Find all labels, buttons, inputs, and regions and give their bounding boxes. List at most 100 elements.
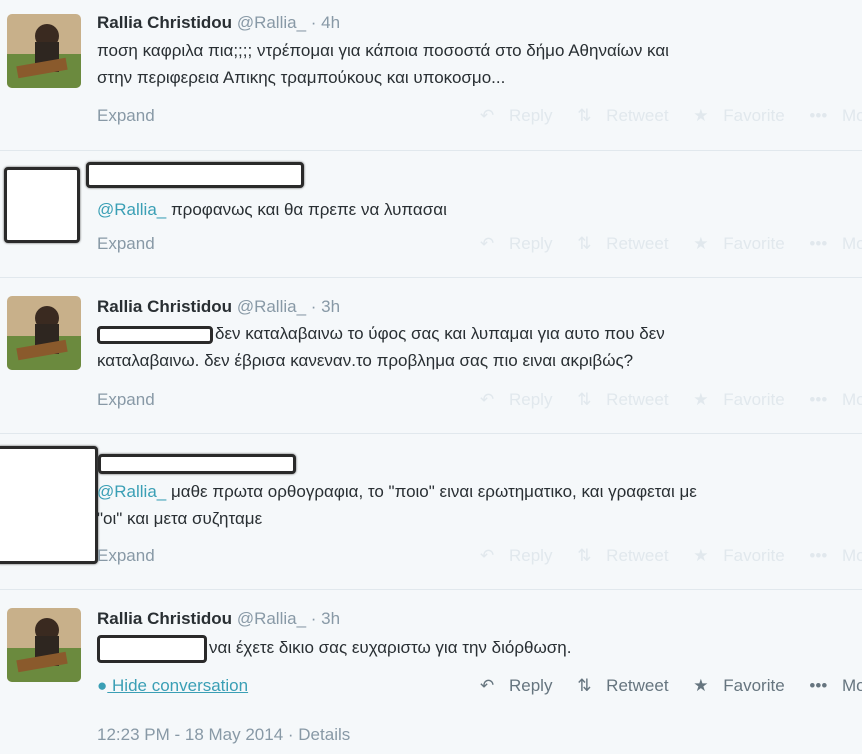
expand-link[interactable]: Expand <box>97 546 155 566</box>
author-name[interactable]: Rallia Christidou <box>97 13 232 32</box>
reply-icon: ↶ <box>480 676 495 695</box>
avatar[interactable] <box>7 608 81 682</box>
retweet-action[interactable]: ⇅ Retweet <box>577 234 678 254</box>
retweet-icon: ⇅ <box>577 546 592 565</box>
reply-action[interactable]: ↶ Reply <box>480 234 562 254</box>
mention-link[interactable]: @Rallia_ <box>97 482 166 501</box>
more-action[interactable]: ••• More <box>809 546 862 566</box>
avatar[interactable] <box>7 296 81 370</box>
more-label: More <box>842 106 862 125</box>
more-label: More <box>842 390 862 409</box>
reply-icon: ↶ <box>480 106 495 125</box>
favorite-action[interactable]: ★ Favorite <box>693 390 794 410</box>
retweet-label: Retweet <box>606 106 669 125</box>
reply-label: Reply <box>508 234 553 253</box>
tweet-actions: ↶ Reply ⇅ Retweet ★ Favorite ••• More <box>480 106 862 126</box>
tweet-text: ναι έχετε δικιο σας ευχαριστω για την δι… <box>97 634 571 663</box>
more-action[interactable]: ••• More <box>809 676 862 696</box>
retweet-icon: ⇅ <box>577 234 592 253</box>
author-name[interactable]: Rallia Christidou <box>97 609 232 628</box>
tweet-4[interactable]: @Rallia_ μαθε πρωτα ορθογραφια, το "ποιο… <box>0 434 862 590</box>
reply-icon: ↶ <box>480 390 495 409</box>
tweet-time[interactable]: · 3h <box>311 609 340 628</box>
expand-link[interactable]: Expand <box>97 106 155 126</box>
retweet-action[interactable]: ⇅ Retweet <box>577 676 678 696</box>
tweet-time[interactable]: · 3h <box>311 297 340 316</box>
tweet-actions: ↶ Reply ⇅ Retweet ★ Favorite ••• More <box>480 546 862 566</box>
reply-icon: ↶ <box>480 546 495 565</box>
tweet-1[interactable]: Rallia Christidou @Rallia_ · 4h ποση καφ… <box>0 0 862 151</box>
favorite-icon: ★ <box>693 546 709 565</box>
author-handle[interactable]: @Rallia_ <box>237 13 306 32</box>
tweet-3[interactable]: Rallia Christidou @Rallia_ · 3h δεν κατα… <box>0 278 862 434</box>
retweet-label: Retweet <box>606 390 669 409</box>
favorite-action[interactable]: ★ Favorite <box>693 234 794 254</box>
hide-conversation-link[interactable]: ● Hide conversation <box>97 676 248 696</box>
more-action[interactable]: ••• More <box>809 234 862 254</box>
tweet-header: Rallia Christidou @Rallia_ · 3h <box>97 297 340 317</box>
retweet-action[interactable]: ⇅ Retweet <box>577 546 678 566</box>
favorite-icon: ★ <box>693 234 709 253</box>
favorite-label: Favorite <box>723 106 785 125</box>
mention-link[interactable]: @Rallia_ <box>97 200 166 219</box>
more-icon: ••• <box>809 546 828 565</box>
retweet-action[interactable]: ⇅ Retweet <box>577 106 678 126</box>
hide-conversation-label: Hide conversation <box>112 676 249 695</box>
favorite-action[interactable]: ★ Favorite <box>693 106 794 126</box>
retweet-icon: ⇅ <box>577 390 592 409</box>
reply-action[interactable]: ↶ Reply <box>480 106 562 126</box>
more-label: More <box>842 676 862 695</box>
retweet-action[interactable]: ⇅ Retweet <box>577 390 678 410</box>
favorite-label: Favorite <box>723 546 785 565</box>
retweet-icon: ⇅ <box>577 106 592 125</box>
reply-action[interactable]: ↶ Reply <box>480 390 562 410</box>
tweet-line: προφανως και θα πρεπε να λυπασαι <box>166 200 447 219</box>
author-handle[interactable]: @Rallia_ <box>237 297 306 316</box>
reply-label: Reply <box>508 546 553 565</box>
tweet-time[interactable]: · 4h <box>311 13 340 32</box>
retweet-label: Retweet <box>606 234 669 253</box>
favorite-label: Favorite <box>723 234 785 253</box>
favorite-label: Favorite <box>723 390 785 409</box>
details-link[interactable]: Details <box>298 725 350 744</box>
redacted-avatar <box>4 167 80 243</box>
favorite-icon: ★ <box>693 676 709 695</box>
more-icon: ••• <box>809 676 828 695</box>
tweet-text: @Rallia_ προφανως και θα πρεπε να λυπασα… <box>97 196 447 223</box>
reply-action[interactable]: ↶ Reply <box>480 546 562 566</box>
reply-label: Reply <box>508 390 553 409</box>
tweet-line: καταλαβαινω. δεν έβρισα κανεναν.το προβλ… <box>97 351 634 370</box>
more-action[interactable]: ••• More <box>809 390 862 410</box>
redacted-mention <box>97 325 213 344</box>
more-icon: ••• <box>809 390 828 409</box>
tweet-line: στην περιφερεια Απικης τραμπούκους και υ… <box>97 68 506 87</box>
redacted-mention <box>97 634 207 663</box>
more-label: More <box>842 546 862 565</box>
tweet-2[interactable]: @Rallia_ προφανως και θα πρεπε να λυπασα… <box>0 151 862 278</box>
more-label: More <box>842 234 862 253</box>
retweet-label: Retweet <box>606 676 669 695</box>
more-action[interactable]: ••• More <box>809 106 862 126</box>
favorite-label: Favorite <box>723 676 785 695</box>
reply-action[interactable]: ↶ Reply <box>480 676 562 696</box>
redacted-name <box>98 454 296 474</box>
timestamp-text[interactable]: 12:23 PM - 18 May 2014 <box>97 725 283 744</box>
redacted-avatar <box>0 446 98 564</box>
speech-bubble-icon: ● <box>97 676 108 695</box>
tweet-line: ναι έχετε δικιο σας ευχαριστω για την δι… <box>209 638 572 657</box>
favorite-action[interactable]: ★ Favorite <box>693 676 794 696</box>
favorite-icon: ★ <box>693 106 709 125</box>
expand-link[interactable]: Expand <box>97 234 155 254</box>
favorite-action[interactable]: ★ Favorite <box>693 546 794 566</box>
reply-icon: ↶ <box>480 234 495 253</box>
more-icon: ••• <box>809 106 828 125</box>
reply-label: Reply <box>508 106 553 125</box>
author-handle[interactable]: @Rallia_ <box>237 609 306 628</box>
author-name[interactable]: Rallia Christidou <box>97 297 232 316</box>
expand-link[interactable]: Expand <box>97 390 155 410</box>
avatar[interactable] <box>7 14 81 88</box>
separator: · <box>283 725 299 744</box>
tweet-line: μαθε πρωτα ορθογραφια, το "ποιο" ειναι ε… <box>166 482 697 501</box>
tweet-actions: ↶ Reply ⇅ Retweet ★ Favorite ••• More <box>480 390 862 410</box>
tweet-header: Rallia Christidou @Rallia_ · 4h <box>97 13 340 33</box>
